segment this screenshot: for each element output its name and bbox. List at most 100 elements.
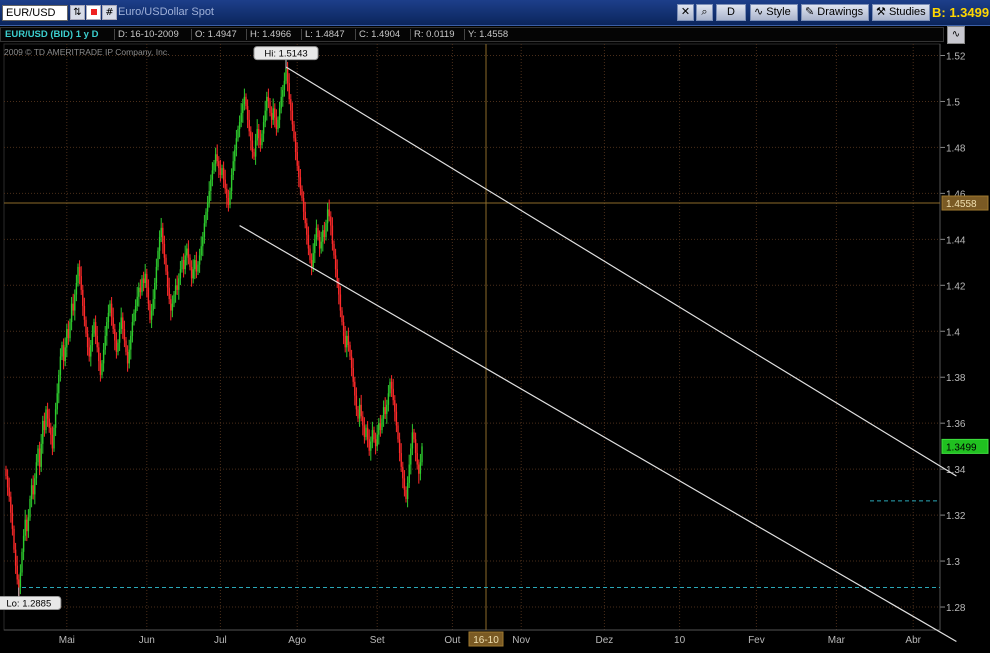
candle-body xyxy=(198,255,201,265)
candle-body xyxy=(43,420,46,431)
axis-price-label: 1.3499 xyxy=(946,442,977,453)
candle-body xyxy=(11,512,14,529)
candle-body xyxy=(354,381,356,396)
candle-body xyxy=(99,361,102,375)
candle-body xyxy=(134,305,137,313)
candle-body xyxy=(18,579,20,588)
candle-body xyxy=(213,163,215,171)
candle-body xyxy=(8,487,10,497)
candle-body xyxy=(379,423,382,431)
candle-body xyxy=(155,266,158,283)
candle-body xyxy=(58,374,60,394)
candle-body xyxy=(126,351,129,364)
candle-body xyxy=(88,347,90,357)
candle-body xyxy=(296,152,298,166)
candle-body xyxy=(186,248,188,256)
candle-body xyxy=(355,395,358,410)
candle-body xyxy=(218,161,220,169)
candle-body xyxy=(139,287,142,293)
candle-body xyxy=(222,168,225,180)
candle-body xyxy=(83,305,86,320)
candle-body xyxy=(82,289,84,306)
candle-body xyxy=(59,356,62,375)
candle-body xyxy=(307,234,310,249)
candle-body xyxy=(162,227,164,244)
crosshair-date-label: 16-10 xyxy=(473,635,499,646)
candle-body xyxy=(357,409,359,419)
x-tick-label: Ago xyxy=(288,635,306,646)
candle-body xyxy=(400,453,402,467)
candle-body xyxy=(229,191,231,205)
candle-body xyxy=(26,519,28,532)
candle-body xyxy=(376,434,378,447)
candle-body xyxy=(120,317,122,329)
candle-body xyxy=(5,469,7,477)
candle-body xyxy=(264,110,266,123)
candle-body xyxy=(149,303,151,320)
candle-body xyxy=(96,335,98,348)
candle-body xyxy=(157,250,159,267)
candle-body xyxy=(275,117,278,130)
candle-body xyxy=(138,287,140,297)
candle-body xyxy=(190,266,193,279)
candle-body xyxy=(250,131,252,141)
candle-body xyxy=(19,572,22,588)
candle-body xyxy=(136,296,138,306)
candle-body xyxy=(341,310,343,323)
candle-body xyxy=(416,453,418,465)
candle-body xyxy=(54,409,57,428)
candle-body xyxy=(238,122,241,130)
candle-body xyxy=(13,528,15,550)
candle-body xyxy=(91,333,94,346)
candle-body xyxy=(261,133,263,146)
candle-body xyxy=(86,333,89,348)
candle-body xyxy=(258,129,260,139)
x-tick-label: Out xyxy=(444,635,460,646)
candle-body xyxy=(53,427,55,449)
candle-body xyxy=(152,299,154,311)
candle-body xyxy=(325,223,327,238)
candle-body xyxy=(304,211,306,224)
price-chart[interactable]: 1.521.51.481.461.441.421.41.381.361.341.… xyxy=(0,0,990,653)
candle-body xyxy=(74,294,76,311)
candle-body xyxy=(352,368,354,382)
candle-body xyxy=(293,124,295,139)
candle-body xyxy=(384,407,386,414)
candle-body xyxy=(27,517,30,532)
candle-body xyxy=(165,257,167,272)
candle-body xyxy=(240,112,242,123)
candle-body xyxy=(216,154,218,162)
candle-body xyxy=(368,439,370,451)
candle-body xyxy=(22,535,25,552)
candle-body xyxy=(299,177,302,189)
candle-body xyxy=(46,409,49,419)
candle-body xyxy=(226,188,228,198)
candle-body xyxy=(171,303,174,311)
candle-body xyxy=(10,496,12,513)
candle-body xyxy=(406,482,409,500)
candle-body xyxy=(219,168,222,175)
candle-body xyxy=(301,188,303,198)
candle-body xyxy=(178,278,180,290)
candle-body xyxy=(242,103,244,113)
candle-body xyxy=(141,278,143,293)
candle-body xyxy=(230,174,233,192)
candle-body xyxy=(112,317,114,329)
candle-body xyxy=(78,266,81,277)
candle-body xyxy=(302,197,305,212)
candle-body xyxy=(414,439,417,454)
candle-body xyxy=(224,179,226,189)
candle-body xyxy=(214,154,217,164)
candle-body xyxy=(64,347,66,362)
candle-body xyxy=(146,273,148,288)
candle-body xyxy=(174,285,177,295)
candle-body xyxy=(35,462,38,479)
y-tick-label: 1.4 xyxy=(946,327,960,338)
candle-body xyxy=(85,319,87,334)
candle-body xyxy=(274,108,276,118)
candle-body xyxy=(333,243,335,256)
candle-body xyxy=(421,446,423,463)
candle-body xyxy=(418,464,420,474)
candle-body xyxy=(386,404,388,414)
copyright-text: 2009 © TD AMERITRADE IP Company, Inc. xyxy=(4,47,170,57)
